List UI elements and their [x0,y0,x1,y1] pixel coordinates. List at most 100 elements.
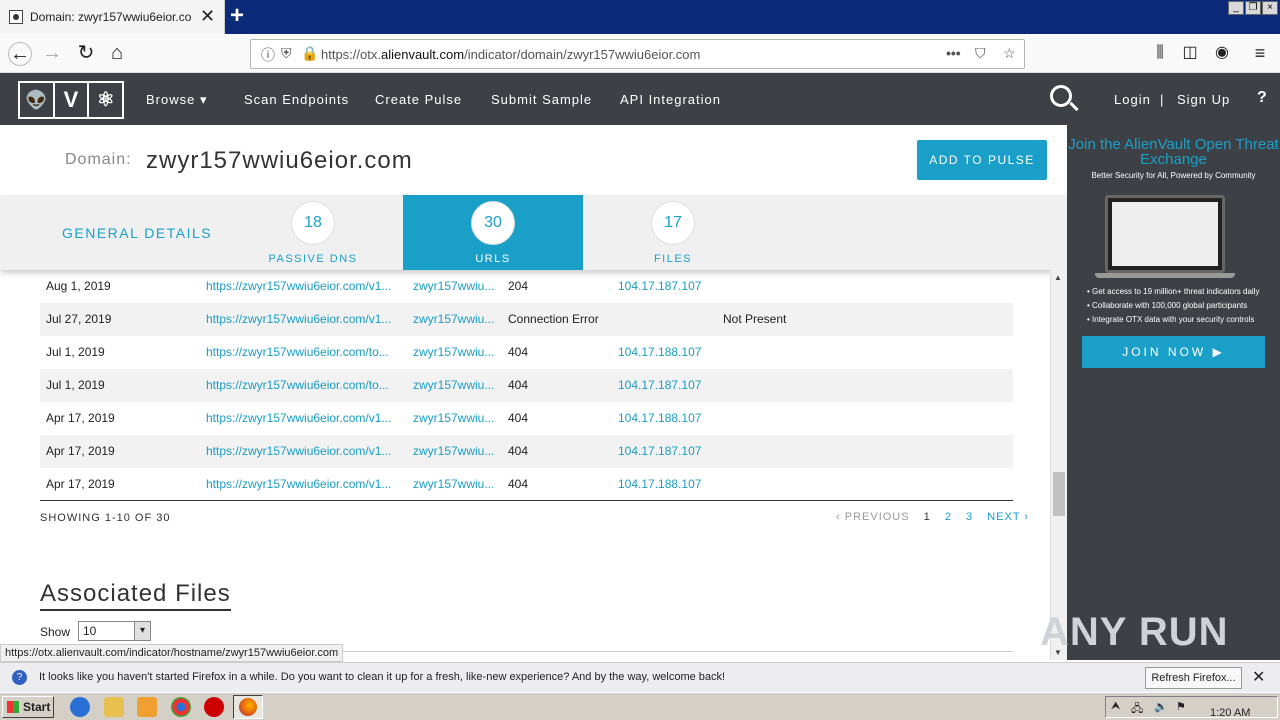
page-3-button[interactable]: 3 [966,511,973,523]
pocket-icon[interactable]: ⛉ [975,45,986,62]
firefox-notification-bar: ? It looks like you haven't started Fire… [0,662,1280,692]
bookmark-star-icon[interactable]: ☆ [1003,45,1016,62]
cell-code: 404 [508,378,529,392]
table-row: Aug 1, 2019 https://zwyr157wwiu6eior.com/… [40,270,1013,303]
cell-host[interactable]: zwyr157wwiu... [413,369,501,402]
cell-url[interactable]: https://zwyr157wwiu6eior.com/v1... [206,270,406,303]
scrollbar-thumb[interactable] [1053,472,1065,516]
tab-title: Domain: zwyr157wwiu6eior.com - [30,10,192,24]
indicator-value: zwyr157wwiu6eior.com [146,147,413,174]
flag-icon[interactable]: ⚑ [1176,700,1186,713]
page-actions-icon[interactable]: ••• [946,45,961,61]
tab-urls[interactable]: 30 URLS [403,195,583,270]
home-icon[interactable]: ⌂ [105,42,129,66]
help-icon[interactable]: ? [1257,89,1268,107]
next-page-button[interactable]: NEXT › [987,511,1029,523]
cell-ip[interactable]: 104.17.188.107 [618,336,718,369]
tab-files[interactable]: 17 FILES [583,195,763,270]
cell-ip[interactable]: 104.17.188.107 [618,468,718,501]
taskbar-clock: 1:20 AM [1210,707,1251,719]
firefox-taskbar-button[interactable] [233,695,263,719]
add-to-pulse-button[interactable]: ADD TO PULSE [917,140,1047,180]
page-1-button[interactable]: 1 [924,511,931,523]
tab-general-details[interactable]: GENERAL DETAILS [62,225,212,241]
otx-logo[interactable]: 👽 V ⚛ [18,81,124,119]
ad-bullet: • Get access to 19 million+ threat indic… [1087,287,1260,296]
cell-host[interactable]: zwyr157wwiu... [413,435,501,468]
firefox-icon [239,698,257,716]
close-notification-icon[interactable]: ✕ [1252,667,1265,687]
start-button[interactable]: Start [2,696,54,718]
cell-ip[interactable]: 104.17.187.107 [618,369,718,402]
restore-window-button[interactable]: ❐ [1245,1,1261,15]
nav-submit-sample[interactable]: Submit Sample [491,92,592,107]
scroll-up-icon[interactable]: ▲ [1054,273,1062,282]
account-icon[interactable]: ◉ [1210,42,1234,66]
join-now-button[interactable]: JOIN NOW ▶ [1082,336,1265,368]
cell-host[interactable]: zwyr157wwiu... [413,336,501,369]
minimize-window-button[interactable]: _ [1228,1,1244,15]
cell-host[interactable]: zwyr157wwiu... [413,303,501,336]
explorer-icon[interactable] [104,697,124,717]
chrome-icon[interactable] [171,697,191,717]
back-icon[interactable]: ← [8,42,32,66]
nav-separator: | [1160,92,1165,107]
network-icon[interactable]: 🖧 [1131,700,1143,719]
passive-dns-label: PASSIVE DNS [268,253,358,265]
table-divider [40,500,1013,501]
address-bar[interactable]: ⓘ ⛨ 🔒 https://otx.alienvault.com/indicat… [250,39,1025,69]
close-tab-icon[interactable]: ✕ [200,6,215,27]
cell-host[interactable]: zwyr157wwiu... [413,402,501,435]
page-2-button[interactable]: 2 [945,511,952,523]
cell-url[interactable]: https://zwyr157wwiu6eior.com/v1... [206,303,406,336]
cell-host[interactable]: zwyr157wwiu... [413,468,501,501]
cell-date: Aug 1, 2019 [46,279,111,293]
nav-api-integration[interactable]: API Integration [620,92,721,107]
info-icon[interactable]: ⓘ [261,45,275,65]
cell-ip[interactable]: 104.17.187.107 [618,435,718,468]
nav-browse[interactable]: Browse ▾ [146,92,208,108]
urls-label: URLS [475,253,511,265]
refresh-firefox-button[interactable]: Refresh Firefox... [1145,667,1242,689]
otx-join-ad[interactable]: Join the AlienVault Open Threat Exchange… [1067,125,1280,660]
opera-icon[interactable] [204,697,224,717]
lock-icon[interactable]: 🔒 [301,45,318,62]
forward-icon[interactable]: → [40,42,64,66]
close-window-button[interactable]: × [1262,1,1278,15]
ad-bullets: • Get access to 19 million+ threat indic… [1087,285,1259,327]
cell-ip[interactable]: 104.17.188.107 [618,402,718,435]
volume-icon[interactable]: 🔈 [1154,700,1168,713]
nav-scan-endpoints[interactable]: Scan Endpoints [244,92,349,107]
cell-code: 404 [508,411,529,425]
ie-icon[interactable] [70,697,90,717]
url-text[interactable]: https://otx.alienvault.com/indicator/dom… [321,47,700,62]
cell-code: 204 [508,279,529,293]
cell-url[interactable]: https://zwyr157wwiu6eior.com/to... [206,336,406,369]
ad-title: Join the AlienVault Open Threat Exchange [1068,136,1279,168]
tab-passive-dns[interactable]: 18 PASSIVE DNS [223,195,403,270]
cell-url[interactable]: https://zwyr157wwiu6eior.com/v1... [206,402,406,435]
cell-ip[interactable]: 104.17.187.107 [618,270,718,303]
cell-url[interactable]: https://zwyr157wwiu6eior.com/v1... [206,468,406,501]
new-tab-button[interactable]: + [230,2,244,30]
table-row: Jul 1, 2019 https://zwyr157wwiu6eior.com/… [40,336,1013,369]
cell-url[interactable]: https://zwyr157wwiu6eior.com/to... [206,369,406,402]
tracking-shield-icon[interactable]: ⛨ [281,45,292,62]
previous-page-button[interactable]: ‹ PREVIOUS [836,511,910,523]
reload-icon[interactable]: ↻ [74,42,98,66]
cell-extra: Not Present [723,312,787,326]
browser-tab[interactable]: Domain: zwyr157wwiu6eior.com - ✕ [0,0,225,34]
tray-expand-icon[interactable]: ⮝ [1111,700,1120,713]
sidebar-icon[interactable]: ◫ [1178,42,1202,66]
menu-icon[interactable]: ≡ [1248,42,1272,66]
cell-url[interactable]: https://zwyr157wwiu6eior.com/v1... [206,435,406,468]
nav-create-pulse[interactable]: Create Pulse [375,92,462,107]
show-entries-select[interactable]: 10 [78,621,151,641]
library-icon[interactable]: ⫼ [1148,42,1172,66]
login-link[interactable]: Login [1114,92,1151,107]
atom-icon: ⚛ [96,89,115,111]
page-scrollbar[interactable]: ▲ ▼ [1050,270,1067,660]
signup-link[interactable]: Sign Up [1177,92,1230,107]
media-player-icon[interactable] [137,697,157,717]
cell-host[interactable]: zwyr157wwiu... [413,270,501,303]
